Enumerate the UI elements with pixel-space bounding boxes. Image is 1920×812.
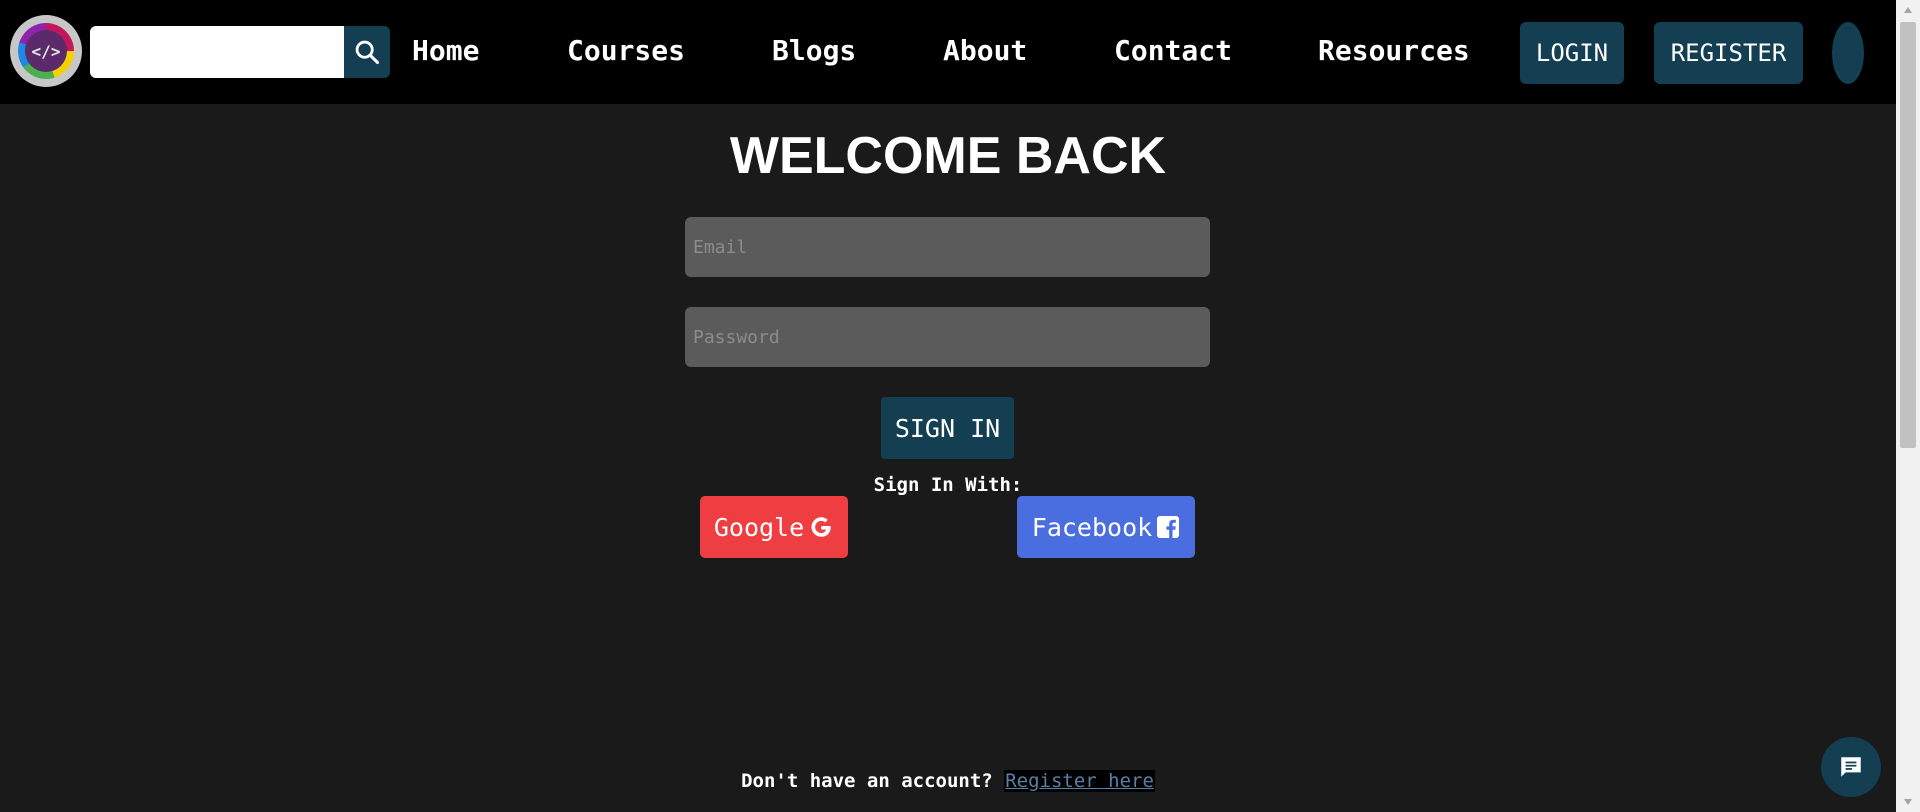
nav-link-home[interactable]: Home (412, 34, 479, 67)
sign-in-with-label: Sign In With: (873, 474, 1023, 496)
nav-link-contact[interactable]: Contact (1114, 34, 1232, 67)
login-button[interactable]: LOGIN (1520, 22, 1624, 84)
facebook-button-label: Facebook (1031, 512, 1153, 542)
email-field[interactable] (685, 217, 1210, 277)
nav-link-resources[interactable]: Resources (1318, 34, 1470, 67)
google-sign-in-button[interactable]: Google (700, 496, 848, 558)
nav-link-about[interactable]: About (943, 34, 1027, 67)
code-brackets-icon: </> (25, 30, 67, 72)
scroll-down-arrow-icon[interactable] (1896, 792, 1920, 812)
register-here-link[interactable]: Register here (1004, 770, 1155, 792)
google-button-label: Google (713, 512, 805, 542)
facebook-sign-in-button[interactable]: Facebook (1017, 496, 1195, 558)
scroll-up-arrow-icon[interactable] (1896, 0, 1920, 20)
google-icon (811, 517, 831, 537)
navbar: </> Home Courses Blogs About Contact Res… (0, 0, 1896, 104)
search-input[interactable] (90, 26, 344, 78)
login-page: </> Home Courses Blogs About Contact Res… (0, 0, 1920, 812)
page-title: WELCOME BACK (729, 127, 1167, 185)
nav-link-courses[interactable]: Courses (567, 34, 685, 67)
vertical-scrollbar[interactable] (1896, 0, 1920, 812)
register-prompt-text: Don't have an account? (741, 770, 1005, 792)
sign-in-button[interactable]: SIGN IN (881, 397, 1014, 459)
facebook-icon (1157, 516, 1180, 538)
search-button[interactable] (344, 26, 390, 78)
password-field[interactable] (685, 307, 1210, 367)
nav-link-blogs[interactable]: Blogs (772, 34, 856, 67)
scrollbar-thumb[interactable] (1900, 22, 1916, 448)
profile-avatar-button[interactable] (1832, 22, 1864, 84)
site-logo[interactable]: </> (10, 15, 82, 87)
register-button[interactable]: REGISTER (1654, 22, 1803, 84)
register-prompt: Don't have an account? Register here (0, 770, 1896, 792)
chat-icon (1841, 757, 1861, 777)
logo-ring: </> (18, 23, 74, 79)
search-icon (355, 40, 380, 65)
chat-button[interactable] (1821, 737, 1881, 797)
